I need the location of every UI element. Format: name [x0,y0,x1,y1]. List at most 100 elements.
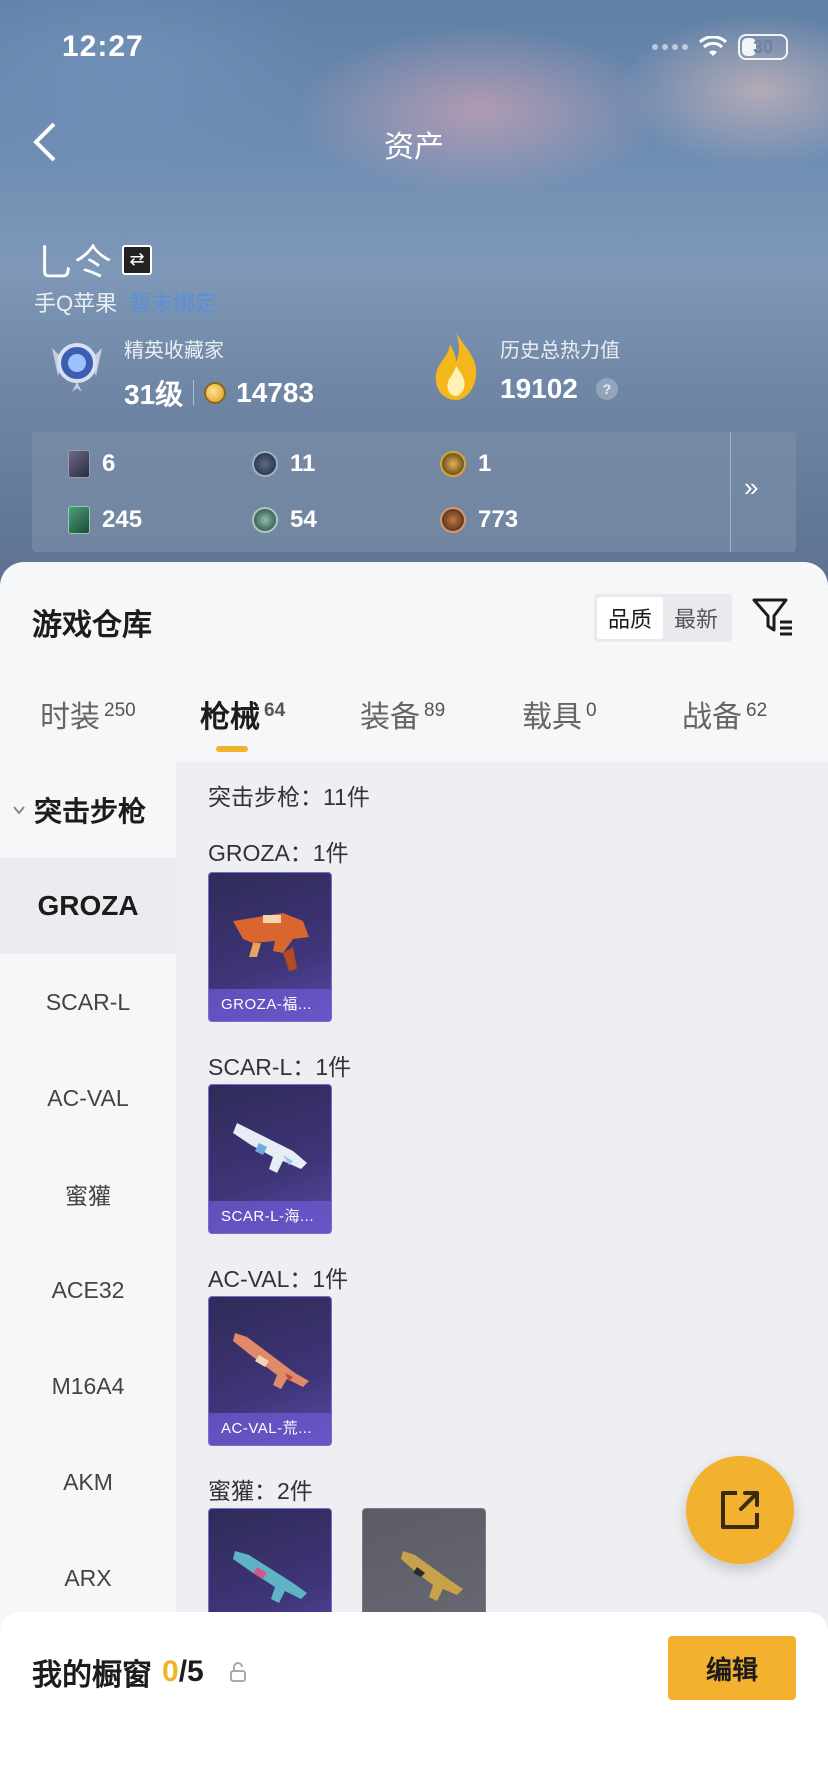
honey-badger-skin-icon [233,1551,307,1603]
category-summary: 突击步枪：11件 [208,784,370,810]
sidebar-item-ac-val[interactable]: AC-VAL [0,1050,176,1146]
sidebar-category-label: 突击步枪 [34,796,147,827]
heat-value: 19102 [500,373,578,404]
sort-toggle: 品质 最新 [594,594,732,642]
tab-label: 装备 [360,701,420,734]
battery-level: 30 [752,36,774,57]
weapon-name: SCAR-L-海... [209,1201,331,1233]
bind-link[interactable]: 暂未绑定 [129,286,217,318]
weapon-card[interactable]: GROZA-福... [208,872,332,1022]
warehouse-title: 游戏仓库 [32,609,152,642]
gold-a-medal-icon [440,451,466,477]
status-indicators: 30 [652,34,788,60]
battery-icon: 30 [738,34,788,60]
stat-item: 6 [68,450,115,478]
showcase-label: 我的橱窗 [32,1659,152,1692]
coin-icon [204,382,227,404]
tab-fashion[interactable]: 时装 250 [40,692,136,736]
teal-orb-icon [252,507,278,533]
collector-level: 精英收藏家 31级 14783 [44,330,314,413]
group-title: GROZA：1件 [208,840,349,866]
sidebar-item-scar-l[interactable]: SCAR-L [0,954,176,1050]
stat-item: 773 [440,506,518,534]
platform-label: 手Q苹果 [34,291,118,316]
sidebar-item-honey-badger[interactable]: 蜜獾 [0,1146,176,1242]
showcase-count: 0 [162,1655,179,1688]
tab-firearms[interactable]: 枪械 64 [200,692,285,736]
tab-vehicles[interactable]: 载具 0 [522,692,597,736]
sidebar-item-akm[interactable]: AKM [0,1434,176,1530]
green-card-icon [68,506,90,534]
share-button[interactable] [686,1456,794,1564]
weapon-name: AC-VAL-荒... [209,1413,331,1445]
group-title: 蜜獾：2件 [208,1478,313,1504]
stat-value: 245 [102,506,143,533]
lock-icon [229,1662,246,1682]
page-title: 资产 [384,131,444,164]
tab-label: 战备 [682,701,742,734]
filter-icon[interactable] [750,594,794,638]
tab-count: 250 [104,700,136,721]
chevron-down-icon [13,806,25,815]
stat-item: 1 [440,450,491,478]
platform-info: 手Q苹果 暂未绑定 [34,286,217,318]
divider [730,432,731,552]
heat-label: 历史总热力值 [500,340,620,362]
asset-stats-card[interactable]: 6 11 1 245 54 773 » [32,432,796,552]
sidebar-category-assault-rifles[interactable]: 突击步枪 [0,762,176,858]
sidebar-item-m16a4[interactable]: M16A4 [0,1338,176,1434]
category-tabs: 时装 250 枪械 64 装备 89 载具 0 战备 62 [0,692,828,752]
tab-equipment[interactable]: 装备 89 [360,692,445,736]
tab-count: 89 [424,700,446,721]
showcase-summary: 我的橱窗 0 /5 [32,1650,248,1694]
wifi-icon [698,36,728,56]
flame-icon [435,332,477,400]
level-label: 精英收藏家 [124,340,224,362]
tab-count: 0 [586,700,597,721]
switch-account-icon[interactable]: ⇄ [122,244,153,275]
share-icon [721,1491,759,1529]
edit-button[interactable]: 编辑 [668,1636,796,1700]
showcase-total: /5 [178,1655,204,1688]
sidebar-item-groza[interactable]: GROZA [0,858,176,954]
tab-count: 62 [746,700,768,721]
tab-label: 时装 [40,701,100,734]
help-icon[interactable]: ? [595,378,618,400]
stat-value: 54 [290,506,317,533]
honey-badger-default-icon [401,1551,463,1601]
username: 乚仒 ⇄ [36,232,153,287]
ac-val-skin-icon [233,1333,309,1389]
stat-item: 11 [252,450,315,478]
weapon-name: GROZA-福... [209,989,331,1021]
stat-value: 1 [478,450,492,477]
showcase-bar: 我的橱窗 0 /5 编辑 [0,1612,828,1792]
sidebar-item-ace32[interactable]: ACE32 [0,1242,176,1338]
weapon-card[interactable]: AC-VAL-荒... [208,1296,332,1446]
groza-skin-icon [233,913,309,971]
stat-value: 6 [102,450,116,477]
stat-item: 54 [252,506,317,534]
tab-supplies[interactable]: 战备 62 [682,692,767,736]
double-chevron-right-icon[interactable]: » [744,472,758,503]
level-value: 31级 [124,379,184,410]
divider [193,380,195,406]
username-text: 乚仒 [36,243,113,285]
tab-count: 64 [264,700,286,721]
stat-value: 11 [290,450,316,477]
group-title: AC-VAL：1件 [208,1266,349,1292]
group-title: SCAR-L：1件 [208,1054,352,1080]
clock-medal-icon [252,451,278,477]
sort-quality-button[interactable]: 品质 [597,597,663,639]
card-icon [68,450,90,478]
bronze-orb-icon [440,507,466,533]
scar-l-skin-icon [233,1123,307,1173]
heat-summary: 历史总热力值 19102 ? [430,330,620,405]
tab-label: 枪械 [200,701,260,734]
tab-label: 载具 [522,701,582,734]
status-time: 12:27 [62,30,144,63]
stat-item: 245 [68,506,142,534]
coin-value: 14783 [236,377,315,408]
signal-icon [652,44,688,50]
weapon-card[interactable]: SCAR-L-海... [208,1084,332,1234]
sort-newest-button[interactable]: 最新 [663,597,729,639]
